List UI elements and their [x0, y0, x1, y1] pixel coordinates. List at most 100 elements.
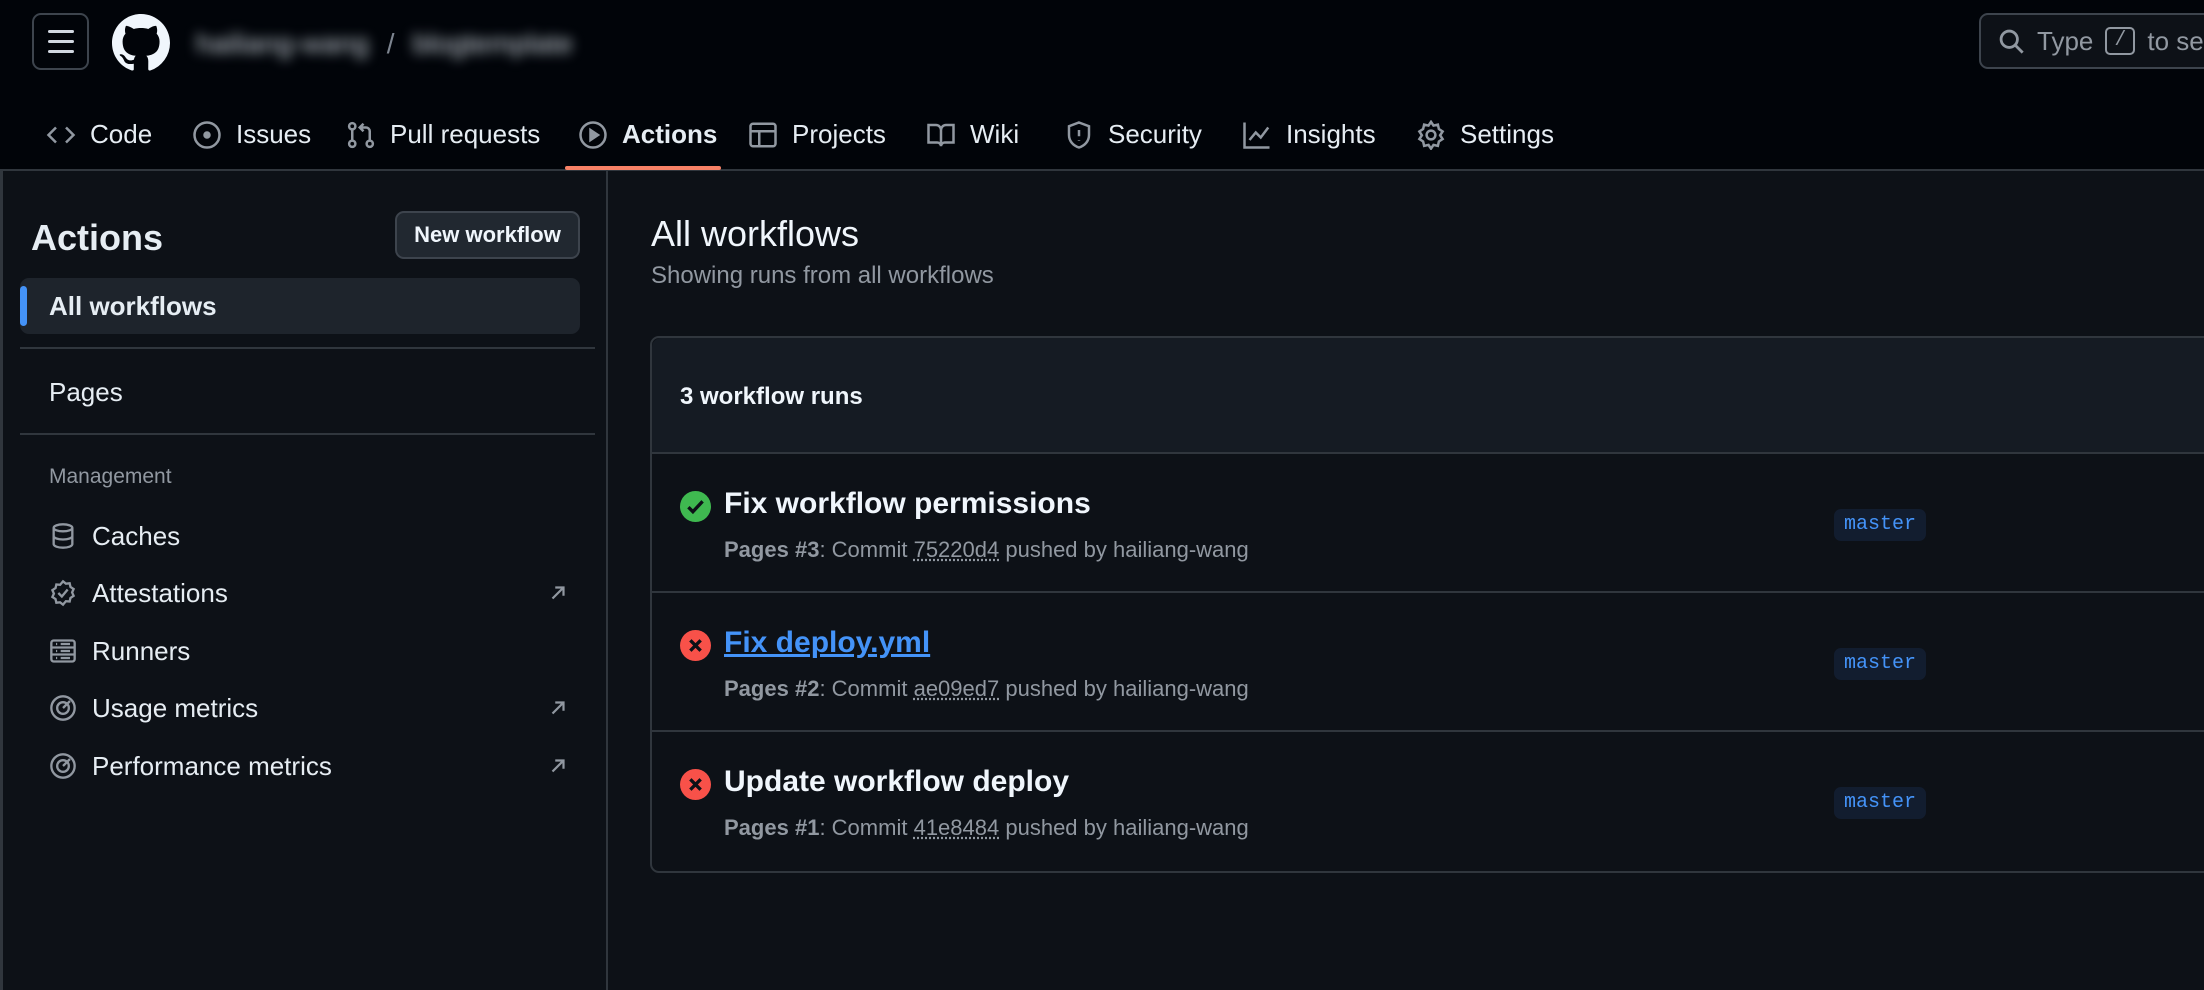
sidebar-title: Actions: [31, 217, 164, 258]
menu-line: [47, 50, 74, 53]
server-icon: [50, 639, 76, 663]
tab-wiki[interactable]: Wiki: [926, 98, 1019, 171]
tab-pull-requests[interactable]: Pull requests: [346, 98, 540, 171]
sidebar-item-label: Usage metrics: [92, 692, 259, 723]
runs-list-header: 3 workflow runs: [652, 338, 2204, 454]
sidebar-item-label: Caches: [92, 520, 181, 551]
workflow-run-row[interactable]: Fix deploy.yml Pages #2: Commit ae09ed7 …: [652, 593, 2204, 732]
meter-icon: [50, 753, 76, 779]
pull-request-icon: [347, 121, 375, 148]
tab-label: Insights: [1286, 119, 1376, 149]
tab-label: Settings: [1460, 119, 1554, 149]
tab-label: Projects: [792, 119, 886, 149]
menu-line: [47, 30, 74, 33]
branch-badge[interactable]: master: [1834, 787, 1927, 819]
tab-issues[interactable]: Issues: [192, 98, 311, 171]
run-meta: Pages #3: Commit 75220d4 pushed by haili…: [724, 537, 1249, 562]
owner-link[interactable]: hailiang-wang: [196, 28, 369, 60]
sidebar-item-label: Attestations: [92, 577, 228, 608]
run-commit-label: Commit: [831, 676, 908, 701]
sidebar-item-usage-metrics[interactable]: Usage metrics: [49, 688, 569, 728]
tab-code[interactable]: Code: [46, 98, 152, 171]
commit-sha-link[interactable]: ae09ed7: [914, 676, 1000, 701]
search-input[interactable]: Type / to sear: [1979, 13, 2204, 69]
workflow-runs-list: 3 workflow runs Fix workflow permissions…: [650, 336, 2204, 873]
sidebar-item-attestations[interactable]: Attestations: [49, 573, 569, 613]
tab-label: Security: [1108, 119, 1202, 149]
branch-badge[interactable]: master: [1834, 509, 1927, 541]
external-link-icon: [551, 586, 565, 600]
tab-label: Wiki: [970, 119, 1020, 149]
sidebar-item-label: Performance metrics: [92, 750, 332, 781]
tab-settings[interactable]: Settings: [1416, 98, 1554, 171]
meter-icon: [50, 695, 76, 721]
tab-security[interactable]: Security: [1064, 98, 1202, 171]
actions-sidebar: Actions New workflow All workflows Pages…: [0, 171, 608, 990]
search-suffix: to sear: [2147, 25, 2204, 56]
code-icon: [46, 126, 76, 143]
workflow-run-row[interactable]: Update workflow deploy Pages #1: Commit …: [652, 732, 2204, 871]
menu-button[interactable]: [32, 13, 89, 70]
sidebar-divider: [20, 433, 595, 435]
active-tab-indicator: [565, 166, 721, 170]
run-workflow[interactable]: Pages: [724, 537, 789, 562]
run-title[interactable]: Fix deploy.yml: [724, 626, 930, 660]
tab-insights[interactable]: Insights: [1242, 98, 1376, 171]
run-workflow[interactable]: Pages: [724, 815, 789, 840]
x-circle-icon: [680, 769, 711, 800]
database-icon: [52, 523, 74, 549]
run-pushed-by: pushed by hailiang-wang: [1005, 815, 1249, 840]
tab-actions[interactable]: Actions: [578, 98, 717, 171]
run-meta: Pages #1: Commit 41e8484 pushed by haili…: [724, 815, 1249, 840]
branch-badge[interactable]: master: [1834, 648, 1927, 680]
sidebar-item-runners[interactable]: Runners: [49, 631, 569, 671]
sidebar-item-caches[interactable]: Caches: [49, 516, 569, 556]
search-icon: [1999, 29, 2024, 54]
run-commit-label: Commit: [831, 537, 908, 562]
run-number: #2: [794, 676, 820, 701]
book-icon: [927, 123, 955, 146]
run-workflow[interactable]: Pages: [724, 676, 789, 701]
table-icon: [749, 122, 777, 147]
menu-line: [47, 40, 74, 43]
new-workflow-button[interactable]: New workflow: [395, 211, 580, 259]
global-header: hailiang-wang / blogtemplate Type / to s…: [0, 0, 2204, 171]
tab-label: Code: [90, 119, 153, 149]
page-title: All workflows: [651, 213, 860, 254]
sidebar-item-all-workflows[interactable]: All workflows: [20, 278, 580, 334]
x-circle-icon: [680, 630, 711, 661]
run-pushed-by: pushed by hailiang-wang: [1005, 537, 1249, 562]
external-link-icon: [551, 759, 565, 773]
run-number: #3: [794, 537, 820, 562]
run-title[interactable]: Update workflow deploy: [724, 765, 1069, 799]
commit-sha-link[interactable]: 75220d4: [914, 537, 1000, 562]
issue-icon: [193, 120, 221, 149]
workflow-run-row[interactable]: Fix workflow permissions Pages #3: Commi…: [652, 454, 2204, 593]
github-logo-icon[interactable]: [112, 14, 170, 72]
search-prefix: Type: [2037, 25, 2094, 56]
play-icon: [579, 120, 607, 149]
sidebar-item-pages[interactable]: Pages: [49, 377, 579, 417]
tab-projects[interactable]: Projects: [748, 98, 886, 171]
commit-sha-link[interactable]: 41e8484: [914, 815, 1000, 840]
shield-icon: [1067, 120, 1091, 149]
repo-link[interactable]: blogtemplate: [413, 28, 573, 60]
management-heading: Management: [49, 465, 172, 488]
sidebar-item-label: Runners: [92, 635, 191, 666]
check-circle-icon: [680, 491, 711, 522]
run-number: #1: [794, 815, 820, 840]
sidebar-item-performance-metrics[interactable]: Performance metrics: [49, 746, 569, 786]
tab-label: Pull requests: [390, 119, 541, 149]
run-meta: Pages #2: Commit ae09ed7 pushed by haili…: [724, 676, 1249, 701]
sidebar-item-label: All workflows: [49, 291, 217, 321]
external-link-icon: [551, 701, 565, 715]
run-pushed-by: pushed by hailiang-wang: [1005, 676, 1249, 701]
graph-icon: [1243, 122, 1270, 149]
tab-label: Actions: [622, 119, 718, 149]
run-title[interactable]: Fix workflow permissions: [724, 487, 1091, 521]
tab-label: Issues: [236, 119, 312, 149]
repo-breadcrumb: hailiang-wang / blogtemplate: [196, 28, 573, 60]
workflows-main: All workflows Showing runs from all work…: [610, 171, 2204, 990]
sidebar-divider: [20, 347, 595, 349]
runs-count: 3 workflow runs: [680, 383, 863, 410]
